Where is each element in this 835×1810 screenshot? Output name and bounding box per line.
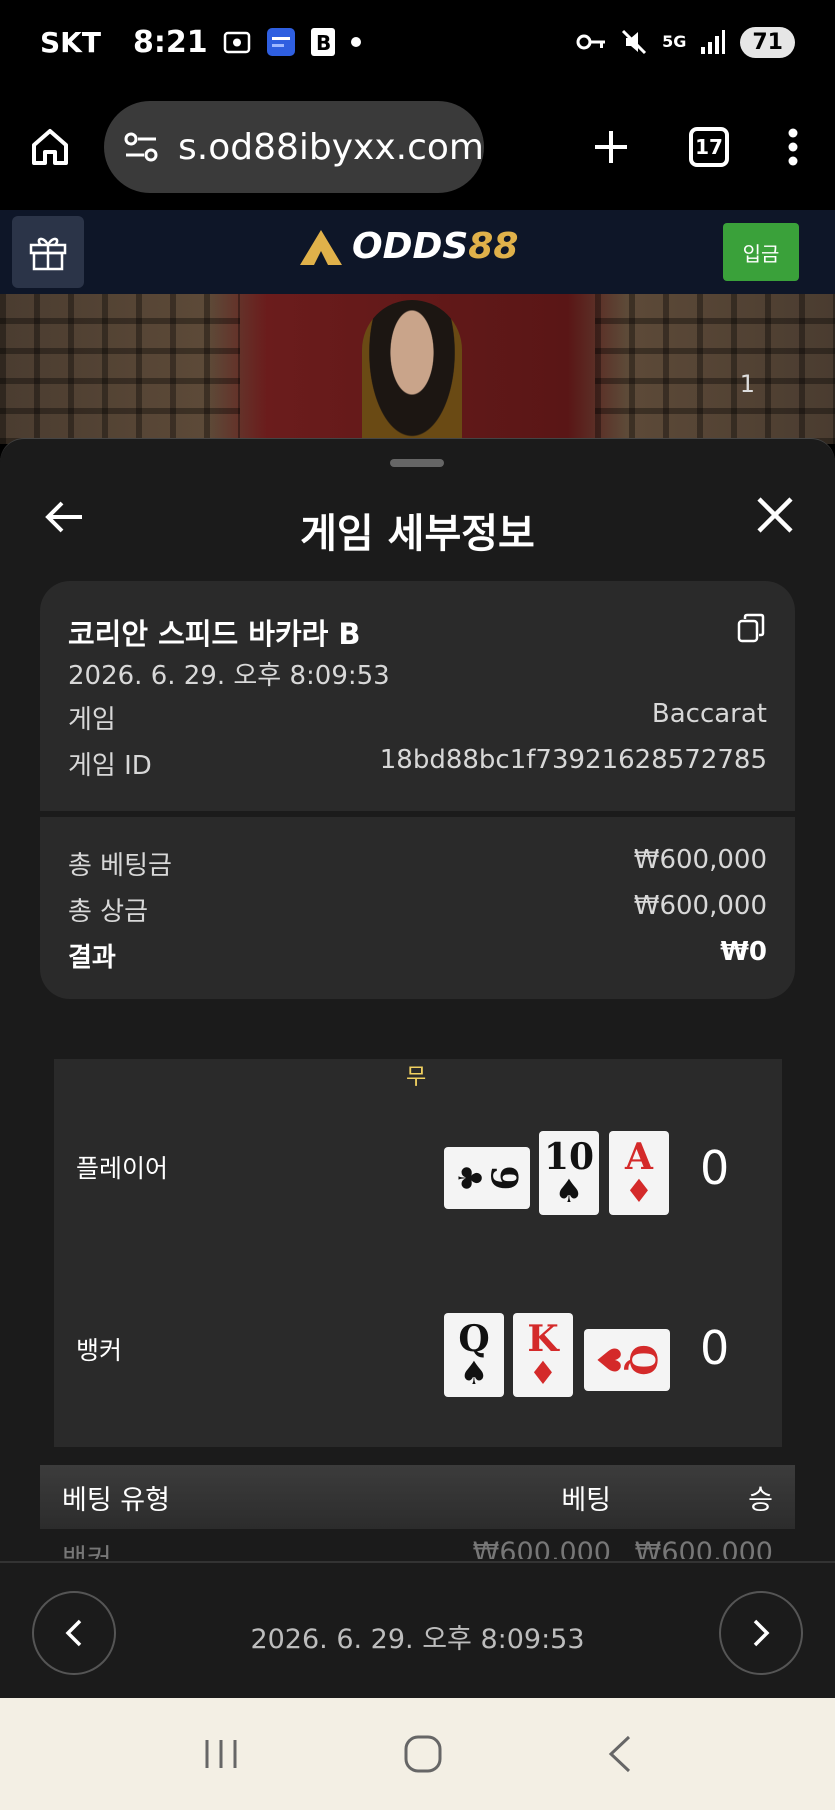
total-bet-value: ₩600,000	[633, 845, 767, 875]
total-bet-row: 총 베팅금 ₩600,000	[68, 845, 767, 882]
total-prize-row: 총 상금 ₩600,000	[68, 891, 767, 928]
video-overlay-number: 1	[739, 370, 755, 398]
player-card-1: 9 ♣	[444, 1147, 530, 1209]
column-header-win: 승	[748, 1484, 773, 1516]
column-header-bet-type: 베팅 유형	[62, 1484, 170, 1516]
deposit-button[interactable]: 입금	[723, 223, 799, 281]
game-type-label: 게임	[68, 705, 116, 735]
system-navigation-bar	[0, 1698, 835, 1810]
card-rank: A	[625, 1136, 653, 1178]
vpn-key-icon	[576, 32, 606, 52]
video-background-right	[595, 294, 835, 444]
card-rank: K	[527, 1318, 559, 1360]
bet-type-cell: 뱅커	[62, 1537, 423, 1559]
battery-indicator: 71	[740, 26, 795, 58]
recent-apps-icon[interactable]	[201, 1734, 241, 1774]
column-header-bet: 베팅	[561, 1484, 611, 1516]
baccarat-result-board: 무 플레이어 9 ♣ 10 ♠ A ♦ 0 뱅커 Q ♠ K ♦ Q ♥ 0	[54, 1059, 782, 1447]
card-rank: 9	[482, 1165, 524, 1191]
carrier-label: SKT	[40, 25, 101, 59]
game-type-row: 게임 Baccarat	[68, 699, 767, 736]
mute-icon	[620, 28, 648, 56]
total-prize-label: 총 상금	[68, 897, 149, 927]
status-bar: SKT 8:21 B 5G 71	[0, 0, 835, 84]
card-rank: 10	[543, 1136, 595, 1178]
card-suit: ♥	[589, 1345, 628, 1375]
next-round-button[interactable]	[719, 1591, 803, 1675]
home-button-icon[interactable]	[402, 1733, 444, 1775]
round-navigation: 2026. 6. 29. 오후 8:09:53	[0, 1561, 835, 1699]
new-tab-icon[interactable]	[591, 127, 631, 167]
player-card-3: A ♦	[609, 1131, 669, 1215]
total-bet-label: 총 베팅금	[68, 851, 172, 881]
notification-dot-icon	[350, 36, 362, 48]
player-card-2: 10 ♠	[539, 1131, 599, 1215]
dealer-image	[362, 300, 462, 444]
table-row: 뱅커 ₩600,000 ₩600,000	[40, 1529, 795, 1559]
copy-icon[interactable]	[737, 613, 765, 647]
browser-toolbar: s.od88ibyxx.com 17	[0, 84, 835, 210]
game-name: 코리안 스피드 바카라 B	[68, 617, 361, 651]
round-datetime: 2026. 6. 29. 오후 8:09:53	[250, 1624, 585, 1655]
game-id-row: 게임 ID 18bd88bc1f73921628572785	[68, 745, 767, 782]
gift-icon	[27, 231, 69, 273]
address-bar[interactable]: s.od88ibyxx.com	[104, 101, 484, 193]
close-icon[interactable]	[755, 495, 795, 539]
home-icon[interactable]	[28, 125, 72, 169]
sheet-header: 게임 세부정보	[0, 479, 835, 569]
card-rank: Q	[458, 1318, 490, 1360]
outcome-label: 무	[406, 1065, 427, 1090]
game-datetime: 2026. 6. 29. 오후 8:09:53	[68, 661, 390, 691]
banker-card-2: K ♦	[513, 1313, 573, 1397]
banker-score: 0	[700, 1321, 730, 1375]
bet-table-header: 베팅 유형 베팅 승	[40, 1465, 795, 1529]
win-amount-cell: ₩600,000	[634, 1537, 773, 1559]
sheet-drag-handle[interactable]	[390, 459, 444, 467]
bet-amount-cell: ₩600,000	[472, 1537, 611, 1559]
live-video[interactable]: 1	[0, 294, 835, 444]
site-header: ODDS 88 입금	[0, 210, 835, 294]
site-settings-icon[interactable]	[122, 130, 160, 164]
b-app-icon: B	[310, 27, 336, 57]
gift-button[interactable]	[12, 216, 84, 288]
banker-card-3: Q ♥	[584, 1329, 670, 1391]
game-id-label: 게임 ID	[68, 751, 152, 781]
app-badge-icon	[266, 27, 296, 57]
card-suit: ♠	[459, 1354, 489, 1392]
svg-text:B: B	[316, 31, 331, 55]
card-rank: Q	[621, 1344, 664, 1376]
signal-icon	[700, 29, 726, 55]
logo-triangle-icon	[298, 227, 344, 267]
card-suit: ♦	[624, 1172, 654, 1210]
back-icon[interactable]	[605, 1733, 635, 1775]
card-divider	[40, 811, 795, 817]
result-row: 결과 ₩0	[68, 937, 767, 974]
clock: 8:21	[132, 24, 208, 60]
game-id-value: 18bd88bc1f73921628572785	[379, 745, 767, 775]
video-background-left	[0, 294, 240, 444]
game-type-value: Baccarat	[651, 699, 767, 729]
player-label: 플레이어	[76, 1154, 169, 1183]
url-text: s.od88ibyxx.com	[178, 126, 484, 168]
chevron-right-icon	[751, 1618, 771, 1648]
card-suit: ♣	[450, 1163, 488, 1193]
logo-text: ODDS	[352, 226, 469, 267]
banker-card-1: Q ♠	[444, 1313, 504, 1397]
card-suit: ♦	[528, 1354, 558, 1392]
logo-accent: 88	[468, 226, 519, 267]
total-prize-value: ₩600,000	[633, 891, 767, 921]
screenshot-icon	[222, 28, 252, 56]
site-logo[interactable]: ODDS 88	[298, 226, 518, 267]
sheet-title: 게임 세부정보	[300, 511, 535, 557]
result-label: 결과	[68, 943, 116, 973]
menu-icon[interactable]	[787, 127, 799, 167]
banker-label: 뱅커	[76, 1336, 123, 1365]
card-suit: ♠	[554, 1172, 584, 1210]
result-value: ₩0	[720, 937, 767, 967]
game-info-card: 코리안 스피드 바카라 B 2026. 6. 29. 오후 8:09:53 게임…	[40, 581, 795, 999]
network-label: 5G	[662, 32, 687, 51]
tabs-icon[interactable]: 17	[689, 127, 729, 167]
player-score: 0	[700, 1141, 730, 1195]
game-details-sheet: 게임 세부정보 코리안 스피드 바카라 B 2026. 6. 29. 오후 8:…	[0, 438, 835, 1699]
